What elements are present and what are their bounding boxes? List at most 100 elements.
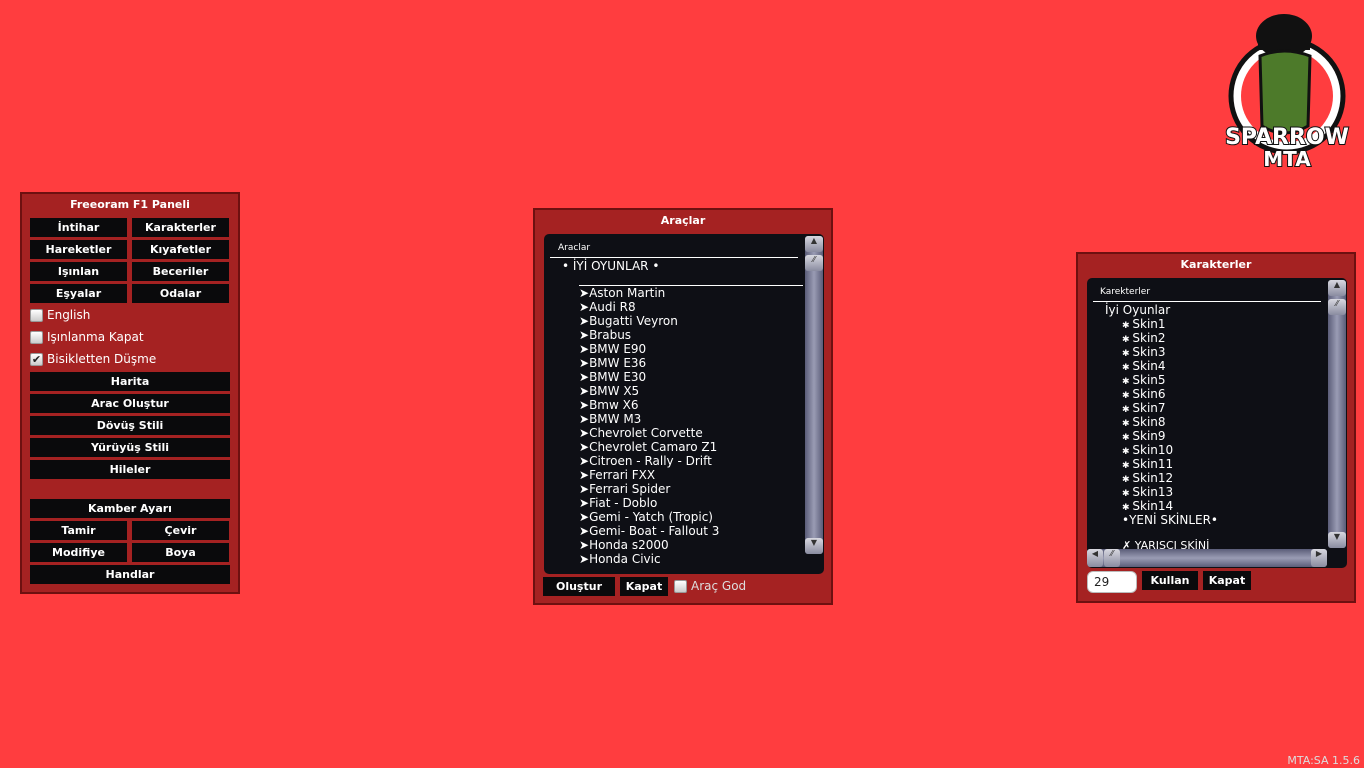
scroll-up-button[interactable]: ▲ [1328, 280, 1346, 296]
list-item[interactable]: ➤Citroen - Rally - Drift [579, 454, 712, 468]
scroll-thumb[interactable]: ⁄⁄ [1104, 549, 1120, 567]
es-yalar-button[interactable]: Eşyalar [30, 284, 127, 303]
is-nlan-button[interactable]: Işınlan [30, 262, 127, 281]
list-group[interactable]: İyi Oyunlar [1105, 303, 1170, 317]
checkbox-bisikletten-du-s-me[interactable]: ✔ Bisikletten Düşme [30, 352, 156, 366]
arrow-icon: ➤ [579, 482, 590, 496]
arrow-icon: ➤ [579, 412, 590, 426]
list-item[interactable]: ➤Honda Civic [579, 552, 661, 566]
modifiye-button[interactable]: Modifiye [30, 543, 127, 562]
arrow-icon: ➤ [579, 454, 590, 468]
list-item[interactable]: ➤Honda s2000 [579, 538, 669, 552]
list-item[interactable]: ➤Bugatti Veyron [579, 314, 678, 328]
scroll-right-button[interactable]: ▶ [1311, 549, 1327, 567]
arrow-icon: ➤ [579, 468, 590, 482]
arrow-icon: ➤ [579, 510, 590, 524]
star-icon: ✱ [1122, 321, 1133, 331]
scroll-down-button[interactable]: ▼ [1328, 532, 1346, 548]
scroll-down-button[interactable]: ▼ [805, 538, 823, 554]
list-group[interactable]: •YENİ SKİNLER• [1122, 513, 1218, 527]
do-vu-s-stili-button[interactable]: Dövüş Stili [30, 416, 230, 435]
arrow-icon: ➤ [579, 552, 590, 566]
boya-button[interactable]: Boya [132, 543, 229, 562]
list-item[interactable]: ➤BMW X5 [579, 384, 639, 398]
star-icon: ✱ [1122, 433, 1133, 443]
arrow-icon: ➤ [579, 314, 590, 328]
kamber-button[interactable]: Kamber Ayarı [30, 499, 230, 518]
scroll-left-button[interactable]: ◀ [1087, 549, 1103, 567]
list-item[interactable]: ➤Aston Martin [579, 286, 665, 300]
list-item[interactable]: ➤Brabus [579, 328, 631, 342]
checkbox-box[interactable]: ✔ [30, 352, 43, 366]
checkbox-box[interactable] [30, 308, 43, 322]
list-item[interactable]: ➤BMW E90 [579, 342, 646, 356]
c-evir-button[interactable]: Çevir [132, 521, 229, 540]
list-item[interactable]: ➤Gemi- Boat - Fallout 3 [579, 524, 719, 538]
arrow-icon: ➤ [579, 300, 590, 314]
column-header[interactable]: Karekterler [1100, 287, 1150, 297]
arrow-icon: ➤ [579, 384, 590, 398]
list-item[interactable]: ➤Gemi - Yatch (Tropic) [579, 510, 713, 524]
list-item[interactable]: ➤Bmw X6 [579, 398, 638, 412]
list-item[interactable]: ➤Fiat - Doblo [579, 496, 657, 510]
list-item[interactable]: ➤Ferrari FXX [579, 468, 655, 482]
star-icon: ✱ [1122, 461, 1133, 471]
list-item[interactable]: ➤Ferrari Spider [579, 482, 670, 496]
vehicle-list[interactable]: Araclar • İYİ OYUNLAR • ➤Aston Martin ➤Au… [544, 234, 824, 574]
star-icon: ✱ [1122, 405, 1133, 415]
svg-text:MTA: MTA [1263, 147, 1311, 171]
checkbox-english[interactable]: English [30, 308, 90, 322]
skin-id-input[interactable]: 29 [1087, 571, 1137, 593]
checkbox-box[interactable] [674, 579, 687, 593]
odalar-button[interactable]: Odalar [132, 284, 229, 303]
arac-olus-tur-button[interactable]: Arac Oluştur [30, 394, 230, 413]
tamir-button[interactable]: Tamir [30, 521, 127, 540]
hileler-button[interactable]: Hileler [30, 460, 230, 479]
star-icon: ✱ [1122, 335, 1133, 345]
list-group[interactable]: • İYİ OYUNLAR • [562, 259, 659, 273]
create-button[interactable]: Oluştur [543, 577, 615, 596]
yu-ru-yu-s-stili-button[interactable]: Yürüyüş Stili [30, 438, 230, 457]
karakterler-button[interactable]: Karakterler [132, 218, 229, 237]
arrow-icon: ➤ [579, 538, 590, 552]
arrow-icon: ➤ [579, 342, 590, 356]
star-icon: ✱ [1122, 447, 1133, 457]
close-button[interactable]: Kapat [1203, 571, 1251, 590]
i-ntihar-button[interactable]: İntihar [30, 218, 127, 237]
star-icon: ✱ [1122, 503, 1133, 513]
star-icon: ✱ [1122, 363, 1133, 373]
column-header[interactable]: Araclar [558, 243, 590, 253]
scroll-up-button[interactable]: ▲ [805, 236, 823, 252]
scroll-thumb[interactable]: ⁄⁄ [1328, 299, 1346, 315]
checkbox-box[interactable] [30, 330, 43, 344]
scroll-thumb[interactable]: ⁄⁄ [805, 255, 823, 271]
vertical-scrollbar[interactable]: ▲ ⁄⁄ ▼ [805, 236, 823, 554]
horizontal-scrollbar[interactable]: ◀ ⁄⁄ ▶ [1087, 549, 1327, 567]
skin-list[interactable]: Karekterler İyi Oyunlar ✱ Skin1 ✱ Skin2 ✱ … [1087, 278, 1347, 568]
list-item[interactable]: ➤Audi R8 [579, 300, 636, 314]
star-icon: ✱ [1122, 475, 1133, 485]
list-item[interactable]: ➤BMW M3 [579, 412, 641, 426]
list-item[interactable]: ➤Chevrolet Camaro Z1 [579, 440, 717, 454]
god-checkbox[interactable]: Araç God [674, 579, 746, 593]
harita-button[interactable]: Harita [30, 372, 230, 391]
panel-title: Araçlar [660, 214, 706, 227]
hareketler-button[interactable]: Hareketler [30, 240, 127, 259]
vertical-scrollbar[interactable]: ▲ ⁄⁄ ▼ [1328, 280, 1346, 548]
beceriler-button[interactable]: Beceriler [132, 262, 229, 281]
checkbox-is-nlanma-kapat[interactable]: Işınlanma Kapat [30, 330, 144, 344]
arrow-icon: ➤ [579, 286, 590, 300]
close-button[interactable]: Kapat [620, 577, 668, 596]
list-item[interactable]: ➤Chevrolet Corvette [579, 426, 703, 440]
arrow-icon: ➤ [579, 328, 590, 342]
arrow-icon: ➤ [579, 426, 590, 440]
arrow-icon: ➤ [579, 356, 590, 370]
k-yafetler-button[interactable]: Kıyafetler [132, 240, 229, 259]
use-button[interactable]: Kullan [1142, 571, 1198, 590]
arrow-icon: ➤ [579, 398, 590, 412]
handlar-button[interactable]: Handlar [30, 565, 230, 584]
list-item[interactable]: ➤BMW E30 [579, 370, 646, 384]
list-item[interactable]: ➤BMW E36 [579, 356, 646, 370]
arrow-icon: ➤ [579, 370, 590, 384]
star-icon: ✱ [1122, 419, 1133, 429]
